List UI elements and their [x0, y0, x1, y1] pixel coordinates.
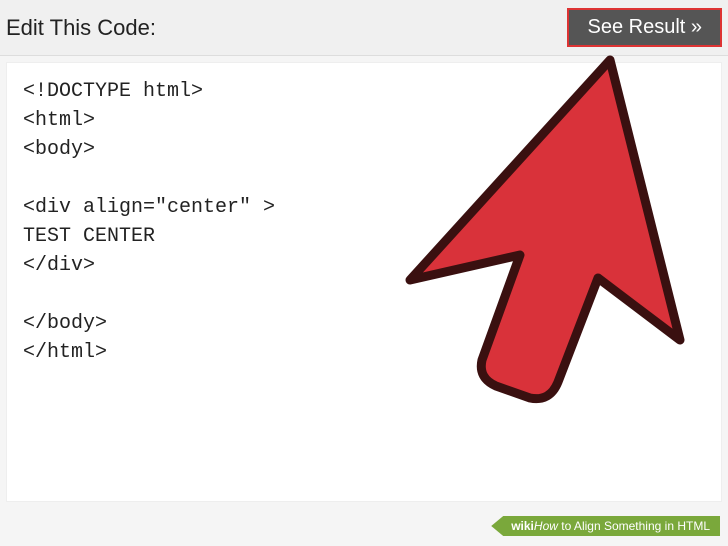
- header-bar: Edit This Code: See Result »: [0, 0, 728, 56]
- code-editor[interactable]: <!DOCTYPE html> <html> <body> <div align…: [6, 62, 722, 502]
- wikihow-ribbon: wikiHow to Align Something in HTML: [491, 516, 720, 536]
- article-title: to Align Something in HTML: [558, 519, 710, 533]
- how-text: How: [534, 519, 558, 533]
- footer-attribution: wikiHow to Align Something in HTML: [491, 516, 720, 536]
- header-title: Edit This Code:: [6, 15, 156, 41]
- see-result-button[interactable]: See Result »: [567, 8, 722, 47]
- wiki-text: wiki: [511, 519, 534, 533]
